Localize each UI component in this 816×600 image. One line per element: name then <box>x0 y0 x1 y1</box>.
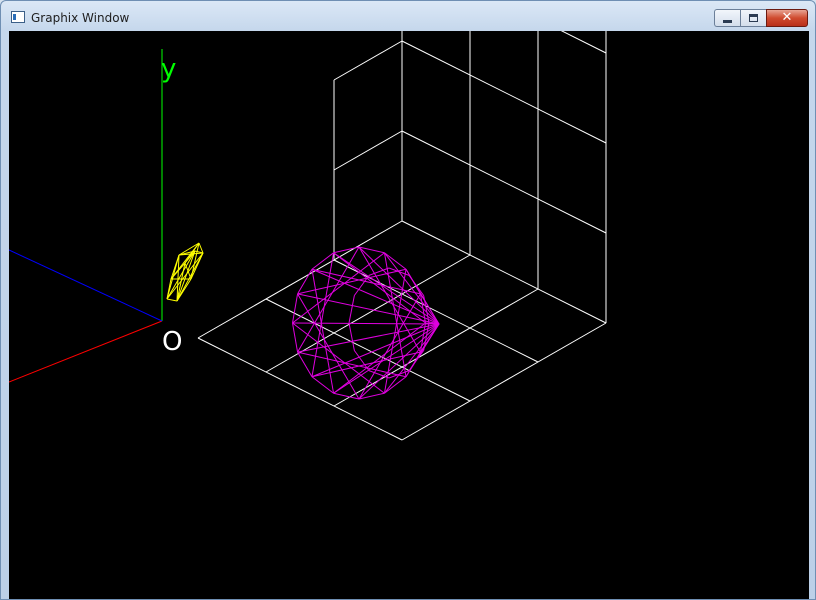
grid-line <box>333 259 539 363</box>
grid-line <box>401 322 607 441</box>
sphere-edge <box>297 351 313 377</box>
sphere-inner-edge <box>348 295 355 324</box>
sphere-edge <box>292 322 299 353</box>
scene-svg: y O <box>9 31 607 441</box>
maximize-button[interactable] <box>740 9 766 27</box>
close-icon: ✕ <box>781 10 793 25</box>
grid-line <box>401 40 607 144</box>
z-axis <box>9 249 163 322</box>
grid-line <box>401 130 607 234</box>
y-axis-label: y <box>161 54 176 84</box>
sphere-chord <box>358 293 421 400</box>
small-solid-wireframe <box>166 242 204 302</box>
close-button[interactable]: ✕ <box>766 9 808 27</box>
graphics-canvas[interactable]: y O <box>9 31 809 599</box>
x-axis <box>9 320 163 383</box>
maximize-icon <box>749 14 758 22</box>
grid-line <box>265 254 471 373</box>
sphere-edge <box>358 246 385 254</box>
grid-wireframe <box>197 31 607 441</box>
sphere-spoke <box>384 252 440 325</box>
grid-line <box>401 220 607 324</box>
grid-line <box>560 31 607 54</box>
app-window: Graphix Window ✕ y O <box>0 0 816 600</box>
sphere-inner-edge <box>348 322 355 351</box>
app-window-icon[interactable] <box>11 11 25 23</box>
sphere-edge <box>333 246 360 254</box>
grid-line <box>265 298 471 402</box>
grid-line <box>333 40 403 81</box>
grid-line <box>333 130 403 171</box>
sphere-edge <box>292 293 299 324</box>
grid-line <box>197 220 403 339</box>
minimize-icon <box>723 20 732 23</box>
caption-buttons: ✕ <box>714 9 808 28</box>
sphere-edge <box>297 269 313 295</box>
sphere-chord <box>292 322 385 394</box>
sphere-edge <box>311 376 334 394</box>
axes <box>9 49 163 383</box>
sphere-edge <box>358 392 385 400</box>
origin-label: O <box>162 327 182 357</box>
title-bar[interactable]: Graphix Window ✕ <box>1 1 815 32</box>
sphere-spoke <box>311 268 440 325</box>
minimize-button[interactable] <box>714 9 740 27</box>
solid-edge <box>166 298 178 302</box>
window-title: Graphix Window <box>31 11 130 25</box>
sphere-chord <box>358 246 421 353</box>
grid-line <box>197 337 403 441</box>
sphere-wireframe <box>292 246 440 400</box>
solid-edge <box>198 242 204 254</box>
